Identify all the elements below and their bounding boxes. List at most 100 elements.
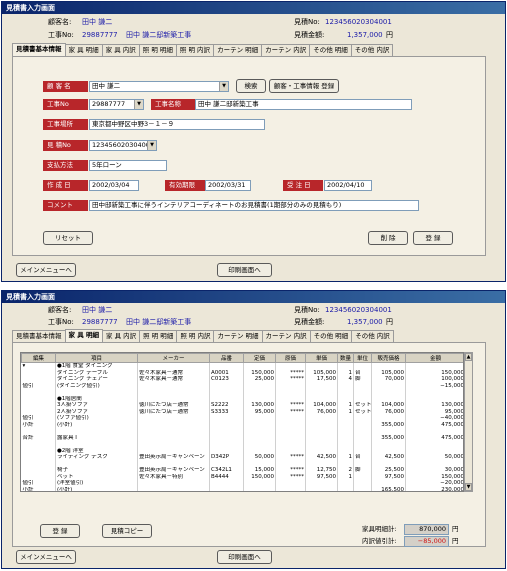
chevron-down-icon[interactable]: ▼ xyxy=(219,82,228,91)
tab-curtain-detail[interactable]: カーテン 明細 xyxy=(213,330,263,342)
furniture-detail-table: 編集 項目 メーカー 品番 定価 原価 単価 数量 単位 販売価格 金額 ▾ ●1… xyxy=(21,353,463,491)
scroll-up-icon[interactable]: ▲ xyxy=(465,353,472,361)
customer-select-value: 田中 謙二 xyxy=(92,82,121,90)
tab-lighting-detail[interactable]: 照 明 明細 xyxy=(138,44,177,56)
table-cell[interactable] xyxy=(371,362,406,370)
discount-total-field: −85,000 xyxy=(404,536,449,547)
column-header-item: 項目 xyxy=(55,353,138,363)
estimate-no-header-value: 123456020304001 xyxy=(325,18,392,26)
valid-until-field[interactable]: 2002/03/31 xyxy=(205,180,251,191)
table-cell[interactable]: ▾ xyxy=(21,362,56,370)
table-cell[interactable] xyxy=(209,362,244,370)
column-header-list-price: 定価 xyxy=(243,353,276,363)
table-cell[interactable] xyxy=(353,362,372,370)
furniture-total-label: 家具明細計: xyxy=(362,525,397,533)
total-header-yen: 円 xyxy=(386,31,393,39)
tab-other-detail[interactable]: その他 明細 xyxy=(309,44,352,56)
customer-header-value: 田中 謙二 xyxy=(82,18,113,26)
estimate-window-basic: 見積書入力画面 顧客名: 田中 謙二 見積No: 123456020304001… xyxy=(1,1,506,282)
tab-furniture-detail[interactable]: 家 具 明細 xyxy=(64,329,104,342)
table-row[interactable]: 小計 (小計) 165,500 230,000 xyxy=(21,486,463,491)
tab-furniture-breakdown[interactable]: 家 具 内訳 xyxy=(101,44,140,56)
tab-furniture-breakdown[interactable]: 家 具 内訳 xyxy=(102,330,141,342)
tab-lighting-breakdown[interactable]: 照 明 内訳 xyxy=(175,44,215,56)
grid-body: ▾ ●1階 食堂 ダイニング ダイニング テーブル 佐々木家具－通常 A0001 150,… xyxy=(21,362,463,491)
search-button[interactable]: 検索 xyxy=(236,79,266,93)
tab-lighting-detail[interactable]: 照 明 明細 xyxy=(139,330,178,342)
copy-estimate-button[interactable]: 見積コピー xyxy=(102,524,152,538)
window-title: 見積書入力画面 xyxy=(2,2,505,14)
print-screen-button[interactable]: 印刷画面へ xyxy=(217,550,272,564)
table-cell[interactable]: (小計) xyxy=(55,486,138,491)
table-cell[interactable]: 230,000 xyxy=(405,486,463,491)
column-header-maker: メーカー xyxy=(137,353,210,363)
discount-total-label: 内訳値引計: xyxy=(362,537,397,545)
table-cell[interactable] xyxy=(305,362,338,370)
table-cell[interactable] xyxy=(337,362,354,370)
job-no-header-value: 29887777 xyxy=(82,318,118,326)
scroll-down-icon[interactable]: ▼ xyxy=(465,483,472,491)
print-screen-button[interactable]: 印刷画面へ xyxy=(217,263,272,277)
tab-other-breakdown[interactable]: その他 内訳 xyxy=(351,330,394,342)
table-cell[interactable] xyxy=(405,362,463,370)
table-cell[interactable] xyxy=(137,486,210,491)
location-field[interactable]: 東京都中野区中野3－１－９ xyxy=(89,119,265,130)
table-cell[interactable]: 小計 xyxy=(21,486,56,491)
column-header-sale-price: 販売価格 xyxy=(371,353,406,363)
customer-job-register-button[interactable]: 顧客・工事情報 登録 xyxy=(269,79,339,93)
estimate-no-header-label: 見積No: xyxy=(294,306,320,314)
chevron-down-icon[interactable]: ▼ xyxy=(134,100,143,109)
comment-field[interactable]: 田中邸新築工事に伴うインテリアコーディネートのお見積書(1期部分のみの見積もり) xyxy=(89,200,419,211)
job-no-select-value: 29887777 xyxy=(92,100,126,108)
table-cell[interactable]: 豊田英示局－キャンペーン xyxy=(137,454,210,461)
table-cell[interactable]: セット xyxy=(353,402,372,409)
tab-other-breakdown[interactable]: その他 内訳 xyxy=(350,44,394,56)
table-cell[interactable] xyxy=(243,362,276,370)
tab-other-detail[interactable]: その他 明細 xyxy=(309,330,353,342)
table-cell[interactable] xyxy=(243,486,276,491)
table-cell[interactable] xyxy=(275,362,306,370)
delete-button[interactable]: 削 除 xyxy=(368,231,408,245)
job-name-field[interactable]: 田中 謙二邸新築工事 xyxy=(195,99,412,110)
table-cell[interactable]: ●1階 食堂 ダイニング xyxy=(55,362,138,370)
table-cell[interactable]: セット xyxy=(353,408,372,415)
job-no-select[interactable]: 29887777 ▼ xyxy=(89,99,144,110)
table-row[interactable]: ▾ ●1階 食堂 ダイニング xyxy=(21,362,463,370)
table-cell[interactable] xyxy=(337,486,354,491)
tab-curtain-breakdown[interactable]: カーテン 内訳 xyxy=(261,44,311,56)
furniture-total-yen: 円 xyxy=(452,525,459,533)
table-cell[interactable] xyxy=(137,362,210,370)
chevron-down-icon[interactable]: ▼ xyxy=(147,141,156,150)
job-no-header-label: 工事No: xyxy=(48,31,74,39)
payment-label: 支払方法 xyxy=(43,160,88,171)
table-cell[interactable] xyxy=(305,486,338,491)
save-button[interactable]: 登 録 xyxy=(413,231,453,245)
payment-field[interactable]: 5年ローン xyxy=(89,160,167,171)
grid-header-row: 編集 項目 メーカー 品番 定価 原価 単価 数量 単位 販売価格 金額 xyxy=(21,353,463,363)
save-button[interactable]: 登 録 xyxy=(40,524,80,538)
table-cell[interactable]: 豊田英示局－キャンペーン xyxy=(137,467,210,474)
table-cell[interactable] xyxy=(353,486,372,491)
order-date-field[interactable]: 2002/04/10 xyxy=(324,180,372,191)
furniture-total-field: 870,000 xyxy=(404,524,449,535)
column-header-edit: 編集 xyxy=(21,353,56,363)
column-header-amount: 金額 xyxy=(405,353,463,363)
tab-lighting-breakdown[interactable]: 照 明 内訳 xyxy=(176,330,215,342)
main-menu-button[interactable]: メインメニューへ xyxy=(16,550,76,564)
grid-scrollbar[interactable]: ▲ ▼ xyxy=(464,352,473,492)
reset-button[interactable]: リセット xyxy=(43,231,93,245)
customer-select[interactable]: 田中 謙二 ▼ xyxy=(89,81,229,92)
main-menu-button[interactable]: メインメニューへ xyxy=(16,263,76,277)
estimate-no-select[interactable]: 123456020304001 ▼ xyxy=(89,140,157,151)
table-cell[interactable] xyxy=(209,486,244,491)
tab-basic-info[interactable]: 見積書基本情報 xyxy=(12,330,66,342)
table-cell[interactable] xyxy=(275,486,306,491)
tab-furniture-detail[interactable]: 家 具 明細 xyxy=(64,44,103,56)
discount-total-yen: 円 xyxy=(452,537,459,545)
created-date-field[interactable]: 2002/03/04 xyxy=(89,180,139,191)
tab-curtain-breakdown[interactable]: カーテン 内訳 xyxy=(261,330,311,342)
table-cell[interactable]: 165,500 xyxy=(371,486,406,491)
job-no-label: 工事No xyxy=(43,99,88,110)
tab-curtain-detail[interactable]: カーテン 明細 xyxy=(213,44,263,56)
tab-basic-info[interactable]: 見積書基本情報 xyxy=(12,43,66,56)
